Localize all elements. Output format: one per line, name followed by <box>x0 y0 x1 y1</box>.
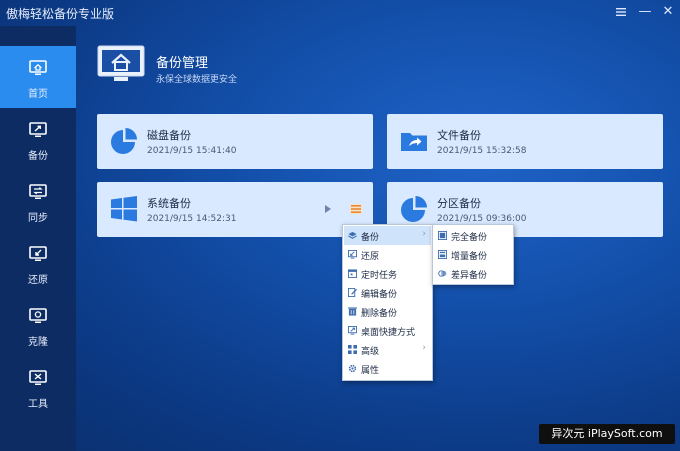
menu-item-desktop-shortcut[interactable]: 桌面快捷方式 <box>344 321 431 340</box>
menu-item-restore[interactable]: 还原 <box>344 245 431 264</box>
card-title: 磁盘备份 <box>147 129 191 142</box>
menu-item-label: 编辑备份 <box>361 290 398 300</box>
windows-logo-icon <box>111 196 137 222</box>
menu-item-label: 桌面快捷方式 <box>361 328 416 338</box>
card-time: 2021/9/15 09:36:00 <box>437 214 527 224</box>
menu-item-backup[interactable]: 备份 › <box>344 226 431 245</box>
sidebar-item-label: 还原 <box>28 275 48 286</box>
menu-item-label: 完全备份 <box>451 233 488 243</box>
sidebar-item-backup[interactable]: 备份 <box>0 108 76 170</box>
card-title: 分区备份 <box>437 197 481 210</box>
pie-chart-icon <box>111 128 137 154</box>
sidebar-item-sync[interactable]: 同步 <box>0 170 76 232</box>
full-backup-icon <box>438 231 447 240</box>
context-menu: 备份 › 还原 定时任务 编辑备份 删除备份 桌面快捷方式 高级 › 属性 <box>342 224 433 381</box>
watermark: 异次元 iPlaySoft.com <box>539 424 675 444</box>
menu-item-label: 定时任务 <box>361 271 398 281</box>
tools-monitor-icon <box>29 370 47 385</box>
app-title: 傲梅轻松备份专业版 <box>6 7 115 21</box>
sync-monitor-icon <box>29 184 47 199</box>
card-menu-icon[interactable] <box>350 204 362 214</box>
restore-monitor-icon <box>29 246 47 261</box>
submenu-item-differential-backup[interactable]: 差异备份 <box>434 264 512 283</box>
minimize-button[interactable]: — <box>636 3 654 21</box>
card-time: 2021/9/15 15:32:58 <box>437 146 527 156</box>
system-backup-card[interactable]: 系统备份 2021/9/15 14:52:31 <box>97 182 373 237</box>
sidebar-item-tools[interactable]: 工具 <box>0 356 76 418</box>
menu-item-edit[interactable]: 编辑备份 <box>344 283 431 302</box>
menu-item-label: 删除备份 <box>361 309 398 319</box>
submenu-item-full-backup[interactable]: 完全备份 <box>434 226 512 245</box>
menu-item-label: 增量备份 <box>451 252 488 262</box>
sidebar-item-restore[interactable]: 还原 <box>0 232 76 294</box>
folder-share-icon <box>401 133 427 151</box>
gear-icon <box>348 364 357 373</box>
menu-item-label: 高级 <box>361 347 380 357</box>
menu-item-label: 差异备份 <box>451 271 488 281</box>
clone-monitor-icon <box>29 308 47 323</box>
title-bar: 傲梅轻松备份专业版 — ✕ <box>0 0 680 26</box>
menu-item-label: 属性 <box>361 366 380 376</box>
chevron-right-icon: › <box>422 343 426 353</box>
sidebar-item-label: 备份 <box>28 151 48 162</box>
card-time: 2021/9/15 14:52:31 <box>147 214 237 224</box>
card-title: 文件备份 <box>437 129 481 142</box>
page-subtitle: 永保全球数据更安全 <box>156 75 238 85</box>
card-title: 系统备份 <box>147 197 191 210</box>
chevron-right-icon: › <box>422 229 426 239</box>
play-icon[interactable] <box>325 205 331 213</box>
delete-icon <box>348 307 357 316</box>
schedule-icon <box>348 269 357 278</box>
menu-item-properties[interactable]: 属性 <box>344 359 431 378</box>
sidebar-item-label: 首页 <box>28 89 48 100</box>
incremental-backup-icon <box>438 250 447 259</box>
menu-item-delete[interactable]: 删除备份 <box>344 302 431 321</box>
grid-icon <box>348 345 357 354</box>
sidebar-item-label: 工具 <box>28 399 48 410</box>
sidebar: 首页 备份 同步 还原 克隆 工具 <box>0 26 76 451</box>
menu-item-advanced[interactable]: 高级 › <box>344 340 431 359</box>
differential-backup-icon <box>438 270 447 277</box>
disk-backup-card[interactable]: 磁盘备份 2021/9/15 15:41:40 <box>97 114 373 169</box>
submenu-item-incremental-backup[interactable]: 增量备份 <box>434 245 512 264</box>
menu-icon[interactable] <box>612 3 630 21</box>
sidebar-item-home[interactable]: 首页 <box>0 46 76 108</box>
close-button[interactable]: ✕ <box>659 3 677 21</box>
backup-submenu: 完全备份 增量备份 差异备份 <box>432 224 514 285</box>
home-monitor-icon <box>29 60 47 75</box>
shortcut-icon <box>348 326 357 335</box>
menu-item-label: 备份 <box>361 233 380 243</box>
sidebar-item-label: 同步 <box>28 213 48 224</box>
pie-chart-icon <box>401 196 427 222</box>
sidebar-item-clone[interactable]: 克隆 <box>0 294 76 356</box>
sidebar-item-label: 克隆 <box>28 337 48 348</box>
menu-item-schedule[interactable]: 定时任务 <box>344 264 431 283</box>
page-title: 备份管理 <box>156 56 209 71</box>
file-backup-card[interactable]: 文件备份 2021/9/15 15:32:58 <box>387 114 663 169</box>
card-time: 2021/9/15 15:41:40 <box>147 146 237 156</box>
layers-icon <box>348 231 357 239</box>
edit-icon <box>348 288 357 297</box>
restore-icon <box>348 250 357 259</box>
backup-monitor-icon <box>29 122 47 137</box>
menu-item-label: 还原 <box>361 252 380 262</box>
backup-management-icon <box>97 45 145 81</box>
